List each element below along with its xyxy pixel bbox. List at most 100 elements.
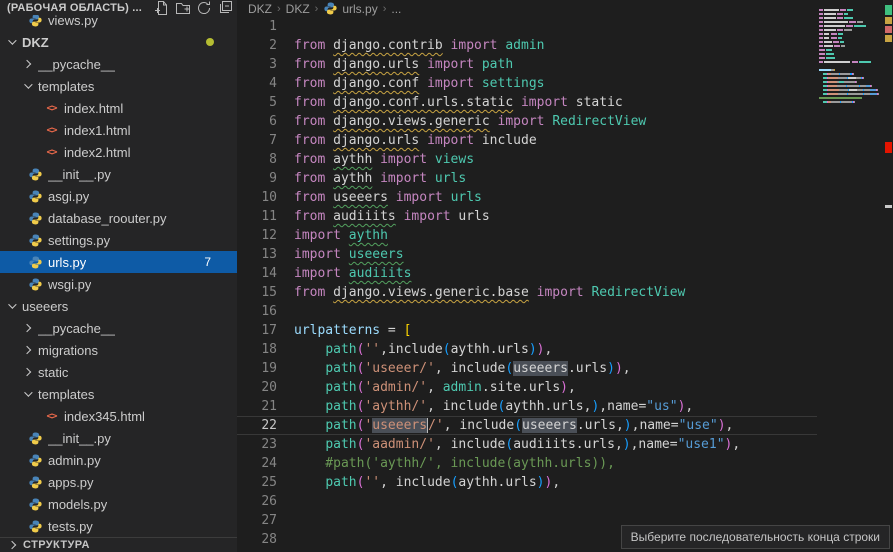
tree-item-label: urls.py bbox=[48, 255, 86, 270]
tree-item-templates[interactable]: templates bbox=[0, 75, 237, 97]
code-line[interactable]: 7from django.urls import include bbox=[237, 131, 817, 150]
code-line[interactable]: 20 path('admin/', admin.site.urls), bbox=[237, 378, 817, 397]
collapse-all-icon[interactable] bbox=[217, 0, 233, 16]
code-line[interactable]: 13import useeers bbox=[237, 245, 817, 264]
tree-item-dkz[interactable]: DKZ bbox=[0, 31, 237, 53]
tree-item-migrations[interactable]: migrations bbox=[0, 339, 237, 361]
line-number: 1 bbox=[237, 17, 277, 36]
chevron-down-icon bbox=[24, 80, 32, 88]
code-line[interactable]: 1 bbox=[237, 17, 817, 36]
breadcrumb-item-label: DKZ bbox=[286, 2, 310, 16]
html-file-icon: <> bbox=[44, 101, 59, 116]
line-number: 5 bbox=[237, 93, 277, 112]
code-text: path('admin/', admin.site.urls), bbox=[277, 378, 576, 397]
line-number: 20 bbox=[237, 378, 277, 397]
code-text: path('aadmin/', include(audiiits.urls,),… bbox=[277, 435, 740, 454]
code-line[interactable]: 10from useeers import urls bbox=[237, 188, 817, 207]
tree-item-index2-html[interactable]: <>index2.html bbox=[0, 141, 237, 163]
line-number: 6 bbox=[237, 112, 277, 131]
tree-item-label: useeers bbox=[22, 299, 68, 314]
chevron-right-icon bbox=[23, 60, 31, 68]
tree-item-label: migrations bbox=[38, 343, 98, 358]
code-line[interactable]: 18 path('',include(aythh.urls)), bbox=[237, 340, 817, 359]
python-file-icon bbox=[323, 1, 338, 16]
outline-label: СТРУКТУРА bbox=[23, 539, 90, 551]
tree-item-pycache[interactable]: __pycache__ bbox=[0, 53, 237, 75]
new-folder-icon[interactable] bbox=[175, 0, 191, 16]
refresh-icon[interactable] bbox=[196, 0, 212, 16]
breadcrumb-separator-icon: › bbox=[383, 3, 387, 15]
tree-item-init-py[interactable]: __init__.py bbox=[0, 163, 237, 185]
tree-item-tests-py[interactable]: tests.py bbox=[0, 515, 237, 537]
workspace-title: (РАБОЧАЯ ОБЛАСТЬ) ... bbox=[7, 2, 149, 14]
code-line[interactable]: 4from django.conf import settings bbox=[237, 74, 817, 93]
breadcrumb-separator-icon: › bbox=[315, 3, 319, 15]
tree-item-models-py[interactable]: models.py bbox=[0, 493, 237, 515]
code-line[interactable]: 9from aythh import urls bbox=[237, 169, 817, 188]
code-text: from django.conf import settings bbox=[277, 74, 544, 93]
code-line[interactable]: 8from aythh import views bbox=[237, 150, 817, 169]
code-text: path('aythh/', include(aythh.urls,),name… bbox=[277, 397, 693, 416]
tree-item-index345-html[interactable]: <>index345.html bbox=[0, 405, 237, 427]
code-line[interactable]: 22 path('useeers/', include(useeers.urls… bbox=[237, 416, 817, 435]
tree-item-templates[interactable]: templates bbox=[0, 383, 237, 405]
code-line[interactable]: 21 path('aythh/', include(aythh.urls,),n… bbox=[237, 397, 817, 416]
outline-section-header[interactable]: СТРУКТУРА bbox=[0, 537, 237, 552]
code-line[interactable]: 17urlpatterns = [ bbox=[237, 321, 817, 340]
code-line[interactable]: 12import aythh bbox=[237, 226, 817, 245]
code-line[interactable]: 19 path('useeer/', include(useeers.urls)… bbox=[237, 359, 817, 378]
tree-item-pycache[interactable]: __pycache__ bbox=[0, 317, 237, 339]
tree-item-label: wsgi.py bbox=[48, 277, 91, 292]
code-line[interactable]: 2from django.contrib import admin bbox=[237, 36, 817, 55]
minimap[interactable] bbox=[819, 4, 881, 116]
tree-item-database-roouter-py[interactable]: database_roouter.py bbox=[0, 207, 237, 229]
tree-item-useeers[interactable]: useeers bbox=[0, 295, 237, 317]
tree-item-index1-html[interactable]: <>index1.html bbox=[0, 119, 237, 141]
code-line[interactable]: 26 bbox=[237, 492, 817, 511]
editor-area: DKZ›DKZ›urls.py›... 12from django.contri… bbox=[237, 0, 893, 552]
tree-item-label: models.py bbox=[48, 497, 107, 512]
code-area[interactable]: 12from django.contrib import admin3from … bbox=[237, 17, 817, 552]
python-file-icon bbox=[28, 189, 43, 204]
code-line[interactable]: 6from django.views.generic import Redire… bbox=[237, 112, 817, 131]
tree-item-init-py[interactable]: __init__.py bbox=[0, 427, 237, 449]
tree-item-static[interactable]: static bbox=[0, 361, 237, 383]
code-text: from django.views.generic.base import Re… bbox=[277, 283, 685, 302]
tree-item-wsgi-py[interactable]: wsgi.py bbox=[0, 273, 237, 295]
new-file-icon[interactable] bbox=[154, 0, 170, 16]
line-number: 12 bbox=[237, 226, 277, 245]
tree-item-apps-py[interactable]: apps.py bbox=[0, 471, 237, 493]
ruler-mark bbox=[885, 26, 892, 33]
code-line[interactable]: 3from django.urls import path bbox=[237, 55, 817, 74]
breadcrumb-item[interactable]: DKZ bbox=[248, 2, 272, 16]
tree-item-settings-py[interactable]: settings.py bbox=[0, 229, 237, 251]
code-text bbox=[277, 511, 294, 530]
tree-item-label: index.html bbox=[64, 101, 123, 116]
chevron-down-icon bbox=[24, 388, 32, 396]
tree-item-label: __pycache__ bbox=[38, 321, 115, 336]
chevron-down-icon bbox=[8, 300, 16, 308]
code-line[interactable]: 11from audiiits import urls bbox=[237, 207, 817, 226]
line-number: 23 bbox=[237, 435, 277, 454]
code-line[interactable]: 15from django.views.generic.base import … bbox=[237, 283, 817, 302]
code-line[interactable]: 23 path('aadmin/', include(audiiits.urls… bbox=[237, 435, 817, 454]
code-line[interactable]: 25 path('', include(aythh.urls)), bbox=[237, 473, 817, 492]
tree-item-asgi-py[interactable]: asgi.py bbox=[0, 185, 237, 207]
tree-item-index-html[interactable]: <> index.html bbox=[0, 97, 237, 119]
line-number: 15 bbox=[237, 283, 277, 302]
code-line[interactable]: 14import audiiits bbox=[237, 264, 817, 283]
code-text: from aythh import views bbox=[277, 150, 474, 169]
code-text: import aythh bbox=[277, 226, 388, 245]
breadcrumb-item[interactable]: DKZ bbox=[286, 2, 310, 16]
code-line[interactable]: 5from django.conf.urls.static import sta… bbox=[237, 93, 817, 112]
code-line[interactable]: 24 #path('aythh/', include(aythh.urls)), bbox=[237, 454, 817, 473]
breadcrumb-item[interactable]: ... bbox=[391, 2, 401, 16]
tree-item-admin-py[interactable]: admin.py bbox=[0, 449, 237, 471]
python-file-icon bbox=[28, 453, 43, 468]
code-text: path('useeers/', include(useeers.urls,),… bbox=[277, 416, 733, 435]
code-line[interactable]: 16 bbox=[237, 302, 817, 321]
tree-item-urls-py[interactable]: urls.py7 bbox=[0, 251, 237, 273]
breadcrumb-item[interactable]: urls.py bbox=[323, 1, 377, 16]
code-text: path('',include(aythh.urls)), bbox=[277, 340, 552, 359]
line-number: 21 bbox=[237, 397, 277, 416]
